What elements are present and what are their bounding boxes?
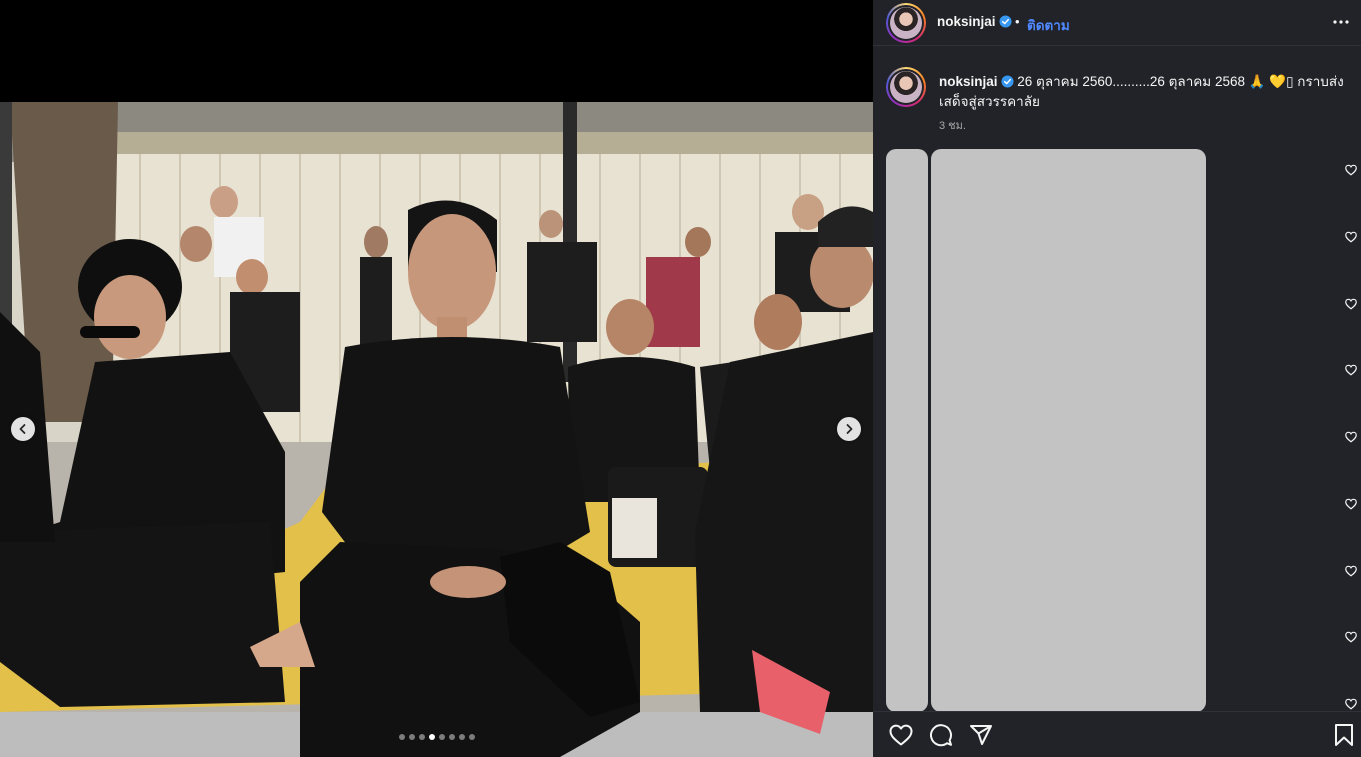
small-heart-icon xyxy=(1345,364,1357,376)
carousel-dot xyxy=(398,734,405,740)
carousel-dot xyxy=(468,734,475,740)
caption-avatar-image xyxy=(890,71,922,103)
comment-like-button[interactable] xyxy=(1345,363,1357,376)
more-options-icon xyxy=(1333,20,1349,24)
post-details-panel: noksinjai • ติดตาม noksinjai 26 ตุลาคม 2… xyxy=(873,0,1361,757)
comment-like-button[interactable] xyxy=(1345,230,1357,243)
carousel-dots xyxy=(0,734,873,740)
carousel-dot xyxy=(448,734,455,740)
comment-like-button[interactable] xyxy=(1345,497,1357,510)
share-button[interactable] xyxy=(968,722,994,748)
carousel-dot xyxy=(438,734,445,740)
small-heart-icon xyxy=(1345,631,1357,643)
avatar-ring-gap xyxy=(888,5,924,41)
comment-like-button[interactable] xyxy=(1345,630,1357,643)
header-separator: • xyxy=(1015,14,1020,29)
comment-like-button[interactable] xyxy=(1345,697,1357,710)
post-photo xyxy=(0,102,873,757)
caption-avatar-ring-gap xyxy=(888,69,924,105)
small-heart-icon xyxy=(1345,498,1357,510)
next-slide-button[interactable] xyxy=(837,417,861,441)
post-timestamp[interactable]: 3 ชม. xyxy=(939,116,966,134)
comment-like-button[interactable] xyxy=(1345,564,1357,577)
post-action-bar xyxy=(873,711,1361,757)
carousel-dot xyxy=(418,734,425,740)
small-heart-icon xyxy=(1345,231,1357,243)
comment-placeholder-narrow xyxy=(886,149,928,712)
caption-author-avatar[interactable] xyxy=(886,67,926,107)
comment-like-button[interactable] xyxy=(1345,163,1357,176)
avatar-image xyxy=(890,7,922,39)
small-heart-icon xyxy=(1345,431,1357,443)
comment-like-button[interactable] xyxy=(1345,297,1357,310)
author-username-text[interactable]: noksinjai xyxy=(937,14,996,29)
media-viewer xyxy=(0,0,873,757)
comment-placeholder-wide xyxy=(931,149,1206,712)
previous-slide-button[interactable] xyxy=(11,417,35,441)
post-header: noksinjai • ติดตาม xyxy=(873,0,1361,46)
comment-button[interactable] xyxy=(928,722,954,748)
author-username[interactable]: noksinjai xyxy=(937,14,1012,29)
follow-button[interactable]: ติดตาม xyxy=(1027,14,1070,36)
comment-bubble-icon xyxy=(930,724,952,747)
carousel-dot xyxy=(408,734,415,740)
paper-plane-icon xyxy=(970,725,992,745)
small-heart-icon xyxy=(1345,565,1357,577)
verified-badge-icon xyxy=(998,15,1012,28)
small-heart-icon xyxy=(1345,698,1357,710)
save-button[interactable] xyxy=(1331,722,1357,748)
more-options-button[interactable] xyxy=(1329,10,1353,34)
chevron-right-icon xyxy=(846,424,853,434)
carousel-dot xyxy=(458,734,465,740)
bookmark-icon xyxy=(1335,724,1353,746)
photo-illustration xyxy=(0,102,873,757)
caption-username[interactable]: noksinjai xyxy=(939,74,998,89)
caption-verified-badge-icon xyxy=(1000,75,1014,88)
chevron-left-icon xyxy=(19,424,26,434)
comments-section xyxy=(873,149,1361,712)
comment-like-button[interactable] xyxy=(1345,430,1357,443)
post-caption: noksinjai 26 ตุลาคม 2560..........26 ตุล… xyxy=(939,72,1353,112)
carousel-dot xyxy=(428,734,435,740)
like-button[interactable] xyxy=(888,722,914,748)
author-avatar[interactable] xyxy=(886,3,926,43)
small-heart-icon xyxy=(1345,164,1357,176)
heart-icon xyxy=(889,724,913,746)
small-heart-icon xyxy=(1345,298,1357,310)
